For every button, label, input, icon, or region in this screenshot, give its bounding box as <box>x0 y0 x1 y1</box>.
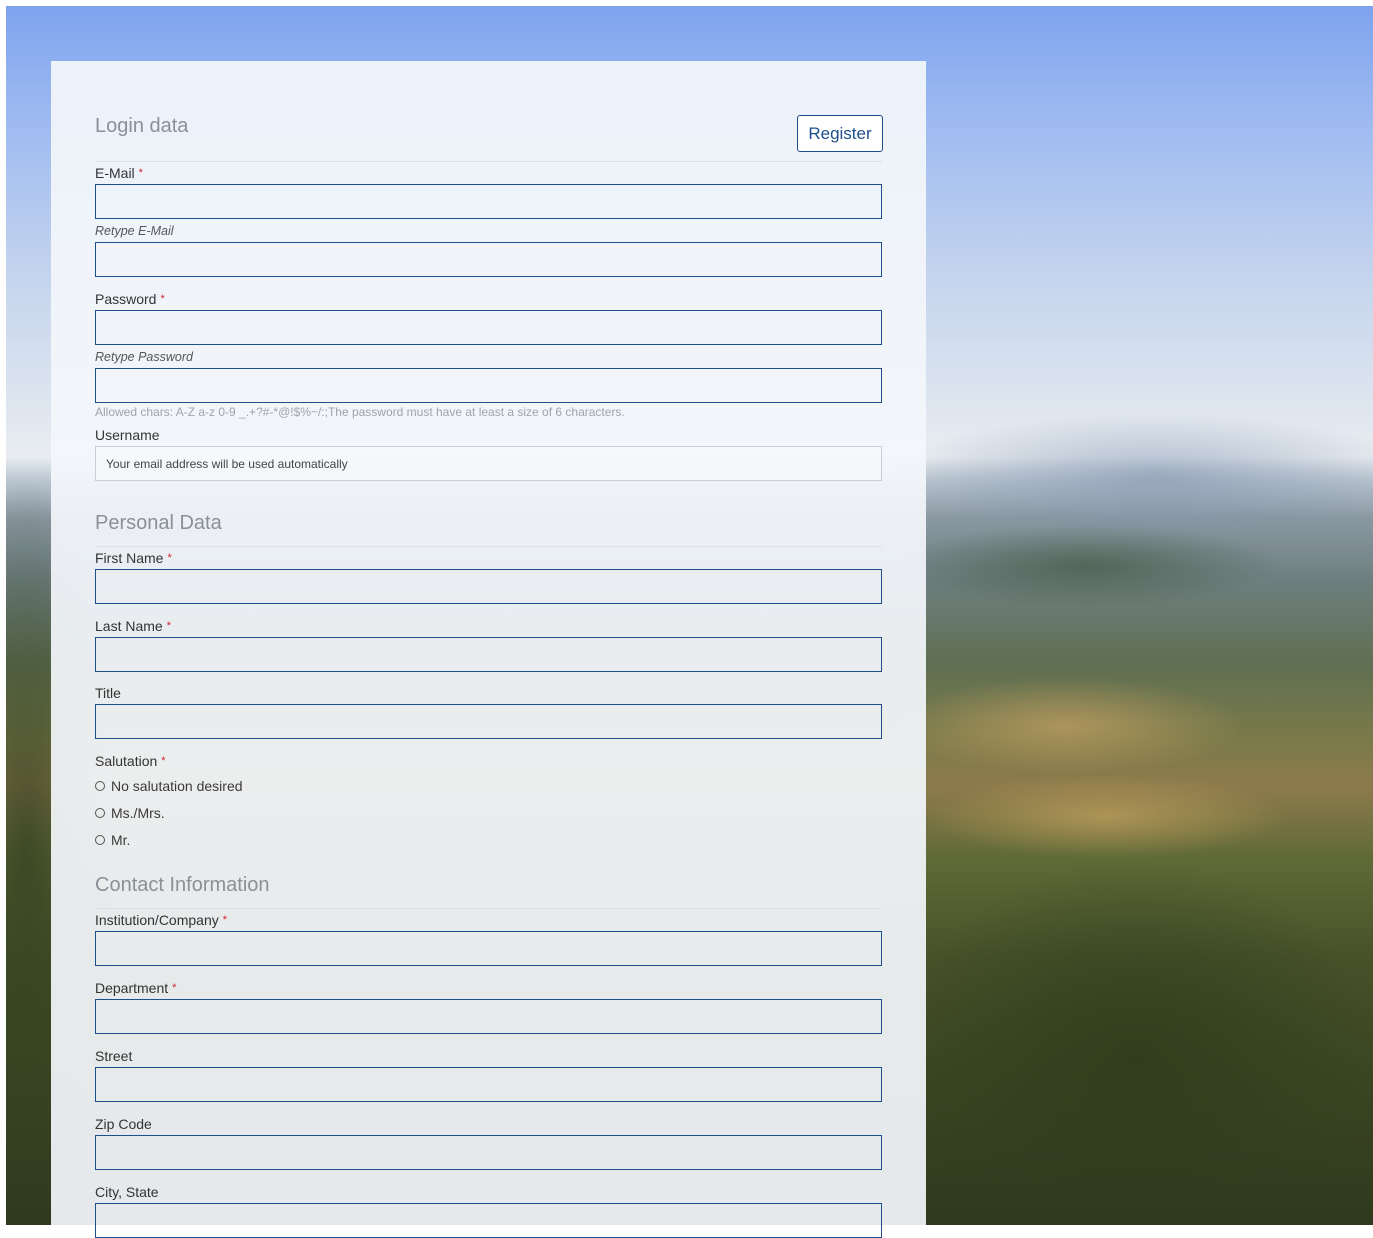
retype-email-field[interactable] <box>95 242 882 277</box>
city-state-label: City, State <box>95 1184 159 1200</box>
salutation-option-mr[interactable]: Mr. <box>95 832 130 848</box>
salutation-option-ms[interactable]: Ms./Mrs. <box>95 805 165 821</box>
required-marker: * <box>167 552 172 564</box>
zip-code-field[interactable] <box>95 1135 882 1170</box>
email-label-text: E-Mail <box>95 165 135 181</box>
radio-button[interactable] <box>95 835 105 846</box>
password-hint: Allowed chars: A-Z a-z 0-9 _.+?#-*@!$%~/… <box>95 405 625 419</box>
section-title-login: Login data <box>95 115 189 137</box>
title-field[interactable] <box>95 704 882 739</box>
email-label: E-Mail * <box>95 165 143 181</box>
retype-password-label: Retype Password <box>95 350 193 364</box>
institution-field[interactable] <box>95 931 882 966</box>
required-marker: * <box>161 755 166 767</box>
salutation-label: Salutation * <box>95 753 166 769</box>
institution-label: Institution/Company * <box>95 912 227 928</box>
password-field[interactable] <box>95 310 882 345</box>
title-label: Title <box>95 685 121 701</box>
salutation-option-label: Mr. <box>111 832 131 848</box>
radio-button[interactable] <box>95 808 105 819</box>
section-divider <box>95 161 882 162</box>
section-title-contact: Contact Information <box>95 874 270 896</box>
username-field <box>95 446 882 481</box>
register-button[interactable]: Register <box>797 115 883 152</box>
retype-password-field[interactable] <box>95 368 882 403</box>
required-marker: * <box>138 167 143 179</box>
salutation-option-label: Ms./Mrs. <box>111 805 165 821</box>
zip-code-label: Zip Code <box>95 1116 152 1132</box>
retype-email-label: Retype E-Mail <box>95 224 174 238</box>
section-title-personal: Personal Data <box>95 512 222 534</box>
last-name-field[interactable] <box>95 637 882 672</box>
section-divider <box>95 546 882 547</box>
salutation-label-text: Salutation <box>95 753 158 769</box>
salutation-option-label: No salutation desired <box>111 778 243 794</box>
radio-button[interactable] <box>95 781 105 792</box>
required-marker: * <box>222 914 228 926</box>
section-divider <box>95 908 882 909</box>
salutation-option-none[interactable]: No salutation desired <box>95 778 243 794</box>
street-field[interactable] <box>95 1067 882 1102</box>
city-state-field[interactable] <box>95 1203 882 1238</box>
department-label-text: Department <box>95 980 169 996</box>
institution-label-text: Institution/Company <box>95 912 219 928</box>
registration-form-panel: Login data Register E-Mail * Retype E-Mai… <box>51 61 926 1238</box>
required-marker: * <box>160 293 165 305</box>
required-marker: * <box>166 620 171 632</box>
password-label: Password * <box>95 291 165 307</box>
last-name-label: Last Name * <box>95 618 171 634</box>
email-field[interactable] <box>95 184 882 219</box>
password-label-text: Password <box>95 291 157 307</box>
first-name-label-text: First Name <box>95 550 164 566</box>
street-label: Street <box>95 1048 133 1064</box>
first-name-field[interactable] <box>95 569 882 604</box>
department-label: Department * <box>95 980 176 996</box>
first-name-label: First Name * <box>95 550 172 566</box>
username-label: Username <box>95 427 160 443</box>
department-field[interactable] <box>95 999 882 1034</box>
last-name-label-text: Last Name <box>95 618 163 634</box>
required-marker: * <box>172 982 177 994</box>
